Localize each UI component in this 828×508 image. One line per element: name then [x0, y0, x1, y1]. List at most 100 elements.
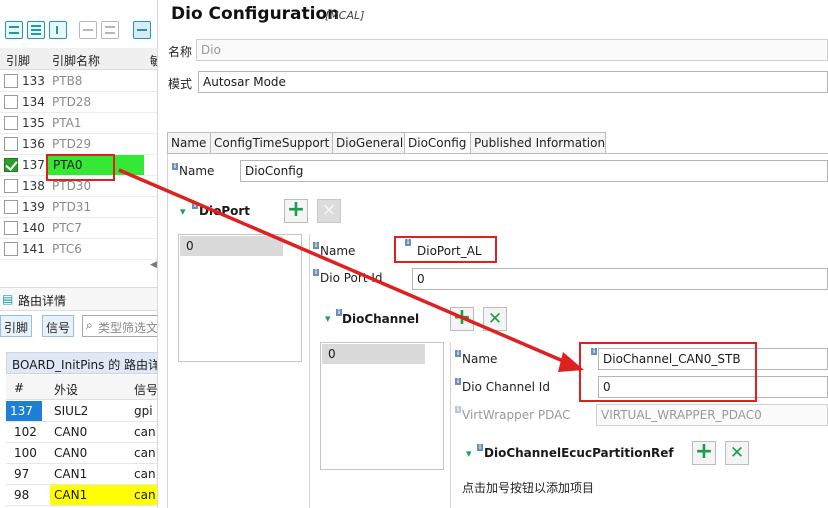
filter-wave-icon[interactable] — [79, 21, 97, 39]
route-peripheral: CAN0 — [54, 446, 88, 460]
channel-detail-border — [450, 342, 451, 508]
route-col-signal: 信号 — [134, 383, 158, 397]
pin-number: 136 — [22, 137, 45, 151]
pin-row[interactable]: 133 PTB8 — [0, 71, 157, 92]
info-icon: i — [455, 350, 461, 357]
tab-route-details[interactable]: 路由详情 — [18, 292, 66, 309]
content-border — [167, 154, 168, 508]
route-peripheral: CAN0 — [54, 425, 88, 439]
annotation-box-channel — [579, 342, 757, 402]
tab-name[interactable]: Name — [167, 132, 211, 154]
pin-row[interactable]: 135 PTA1 — [0, 113, 157, 134]
search-placeholder: 类型筛选文 — [98, 321, 158, 335]
pin-name: PTD30 — [52, 179, 92, 193]
add-port-button[interactable]: + — [284, 199, 308, 223]
add-partition-button[interactable]: + — [692, 441, 716, 465]
route-tab-bar: ▤ 路由详情 — [0, 287, 157, 311]
pin-checkbox[interactable] — [4, 95, 18, 109]
route-row[interactable]: 100 CAN0 can — [6, 443, 157, 464]
remove-port-button[interactable]: ✕ — [317, 199, 341, 223]
mode-field[interactable]: Autosar Mode — [198, 71, 828, 93]
column-extra: 敏 — [150, 52, 157, 69]
route-num: 98 — [14, 488, 30, 502]
pin-toolbar — [0, 18, 157, 44]
route-signal: can — [134, 425, 156, 439]
port-id-label: Dio Port Id — [320, 271, 383, 285]
pin-checkbox[interactable] — [4, 116, 18, 130]
partition-hint: 点击加号按钮以添加项目 — [462, 481, 595, 495]
info-icon: i — [172, 163, 178, 170]
module-name-field: Dio — [196, 39, 828, 61]
port-list-item[interactable]: 0 — [180, 236, 283, 256]
route-search-input[interactable]: ⌕ 类型筛选文 — [82, 315, 158, 337]
filter-pin-button[interactable]: 引脚 — [0, 315, 33, 337]
route-col-num: # — [14, 381, 25, 395]
config-name-label: Name — [179, 164, 215, 178]
pin-table-header: 引脚 引脚名称 敏 — [0, 48, 157, 70]
port-id-field[interactable]: 0 — [412, 268, 828, 290]
annotation-box-port-name — [394, 236, 497, 263]
port-detail-border — [309, 234, 310, 508]
pin-name: PTB8 — [52, 74, 83, 88]
filter-signal-icon[interactable] — [101, 21, 119, 39]
add-channel-button[interactable]: + — [450, 307, 474, 331]
pin-checkbox[interactable] — [4, 74, 18, 88]
page-subtitle: [MCAL] — [325, 9, 365, 22]
route-row[interactable]: 97 CAN1 can — [6, 464, 157, 485]
remove-channel-button[interactable]: ✕ — [483, 307, 507, 331]
route-num: 102 — [14, 425, 37, 439]
pin-number: 139 — [22, 200, 45, 214]
channel-list[interactable]: 0 — [320, 342, 444, 470]
route-num: 97 — [14, 467, 30, 481]
pin-checkbox[interactable] — [4, 200, 18, 214]
collapse-chevron-icon[interactable]: ▾ — [466, 447, 472, 460]
tab-published-information[interactable]: Published Information — [470, 132, 606, 154]
pin-checkbox[interactable] — [4, 242, 18, 256]
route-row[interactable]: 102 CAN0 can — [6, 422, 157, 443]
pin-checkbox[interactable] — [4, 221, 18, 235]
tab-dioconfig[interactable]: DioConfig — [404, 132, 471, 154]
pin-number: 138 — [22, 179, 45, 193]
layout-rows-icon[interactable] — [5, 21, 23, 39]
channel-name-label: Name — [462, 352, 498, 366]
pin-row[interactable]: 139 PTD31 — [0, 197, 157, 218]
route-signal: can — [134, 488, 156, 502]
pin-row[interactable]: 141 PTC6 — [0, 239, 157, 260]
diochannel-section-title: DioChannel — [342, 312, 420, 326]
pin-number: 135 — [22, 116, 45, 130]
pin-checkbox[interactable] — [4, 137, 18, 151]
route-num: 137 — [6, 401, 42, 421]
pin-number: 141 — [22, 242, 45, 256]
pin-checkbox[interactable] — [4, 158, 18, 172]
layout-columns-icon[interactable] — [49, 21, 67, 39]
collapse-chevron-icon[interactable]: ▾ — [180, 205, 186, 218]
tab-diogeneral[interactable]: DioGeneral — [332, 132, 405, 154]
route-table-icon: ▤ — [2, 292, 14, 306]
pin-checkbox[interactable] — [4, 179, 18, 193]
route-signal: can — [134, 446, 156, 460]
port-list[interactable]: 0 — [178, 234, 302, 362]
channel-list-item[interactable]: 0 — [322, 344, 425, 364]
route-signal: gpi — [134, 404, 153, 418]
pin-row[interactable]: 136 PTD29 — [0, 134, 157, 155]
tab-configtimesupport[interactable]: ConfigTimeSupport — [210, 132, 333, 154]
layout-list-icon[interactable] — [27, 21, 45, 39]
info-icon: i — [455, 378, 461, 385]
pin-panel: 引脚 引脚名称 敏 133 PTB8 134 PTD28 135 PTA1 136 PTD29… — [0, 0, 158, 508]
route-row[interactable]: 137 SIUL2 gpi — [6, 401, 157, 422]
search-icon: ⌕ — [86, 318, 93, 332]
pin-number: 134 — [22, 95, 45, 109]
pin-row[interactable]: 134 PTD28 — [0, 92, 157, 113]
route-row[interactable]: 98 CAN1 can — [6, 485, 157, 506]
collapse-chevron-icon[interactable]: ▾ — [325, 312, 331, 325]
target-pin-icon[interactable] — [133, 21, 151, 39]
pin-number: 133 — [22, 74, 45, 88]
filter-signal-button[interactable]: 信号 — [42, 315, 75, 337]
scroll-left-icon[interactable]: ◀ — [150, 260, 157, 270]
column-pin-name: 引脚名称 — [52, 54, 101, 68]
pin-row[interactable]: 140 PTC7 — [0, 218, 157, 239]
remove-partition-button[interactable]: ✕ — [725, 441, 749, 465]
config-name-field[interactable]: DioConfig — [240, 160, 828, 182]
route-signal: can — [134, 467, 156, 481]
pin-name: PTA1 — [52, 116, 82, 130]
